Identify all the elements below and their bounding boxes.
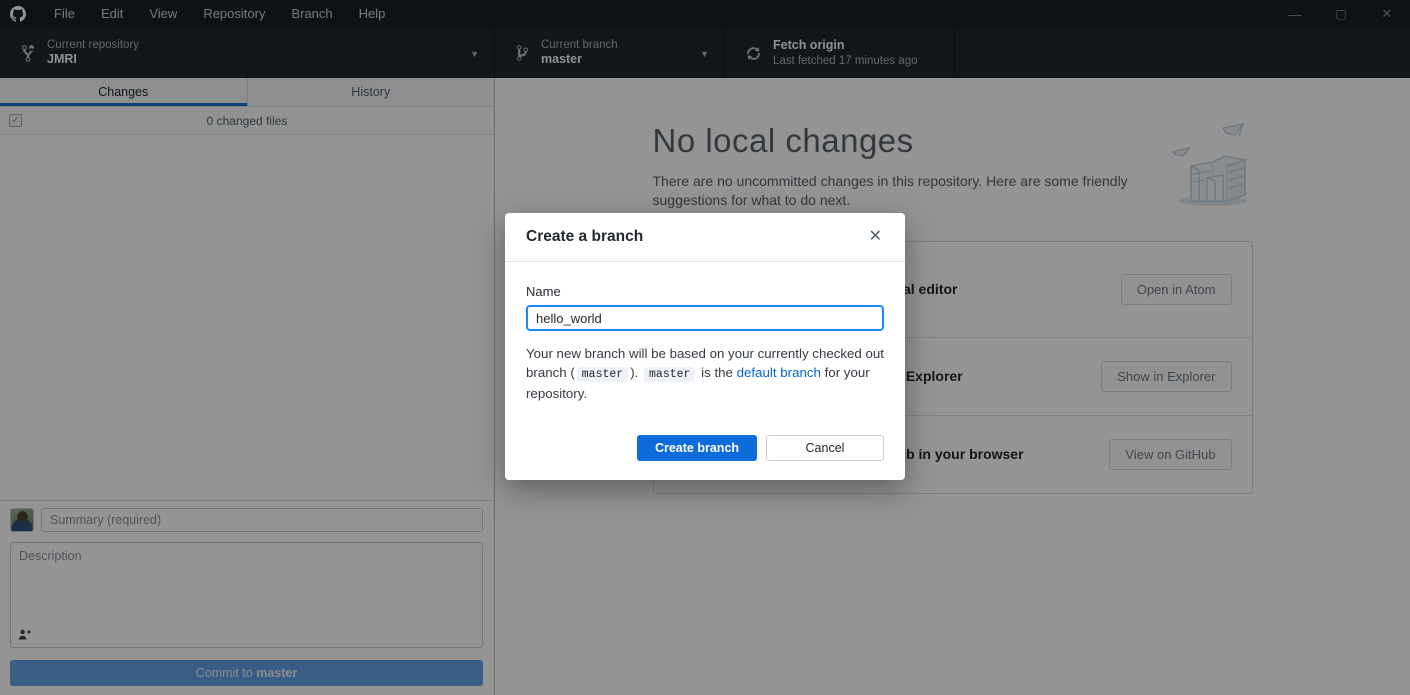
branch-code-chip: master [644,367,695,382]
cancel-button[interactable]: Cancel [766,435,884,461]
dialog-text: ). [630,365,642,380]
dialog-title: Create a branch [526,228,643,246]
dialog-text: is the [697,365,736,380]
dialog-description: Your new branch will be based on your cu… [526,344,884,403]
default-branch-link[interactable]: default branch [737,365,821,380]
create-branch-button[interactable]: Create branch [637,435,757,461]
branch-name-label: Name [526,284,884,299]
branch-code-chip: master [577,367,628,382]
create-branch-dialog: Create a branch ✕ Name Your new branch w… [505,213,905,480]
branch-name-input[interactable] [526,305,884,331]
dialog-close-icon[interactable]: ✕ [867,227,884,247]
